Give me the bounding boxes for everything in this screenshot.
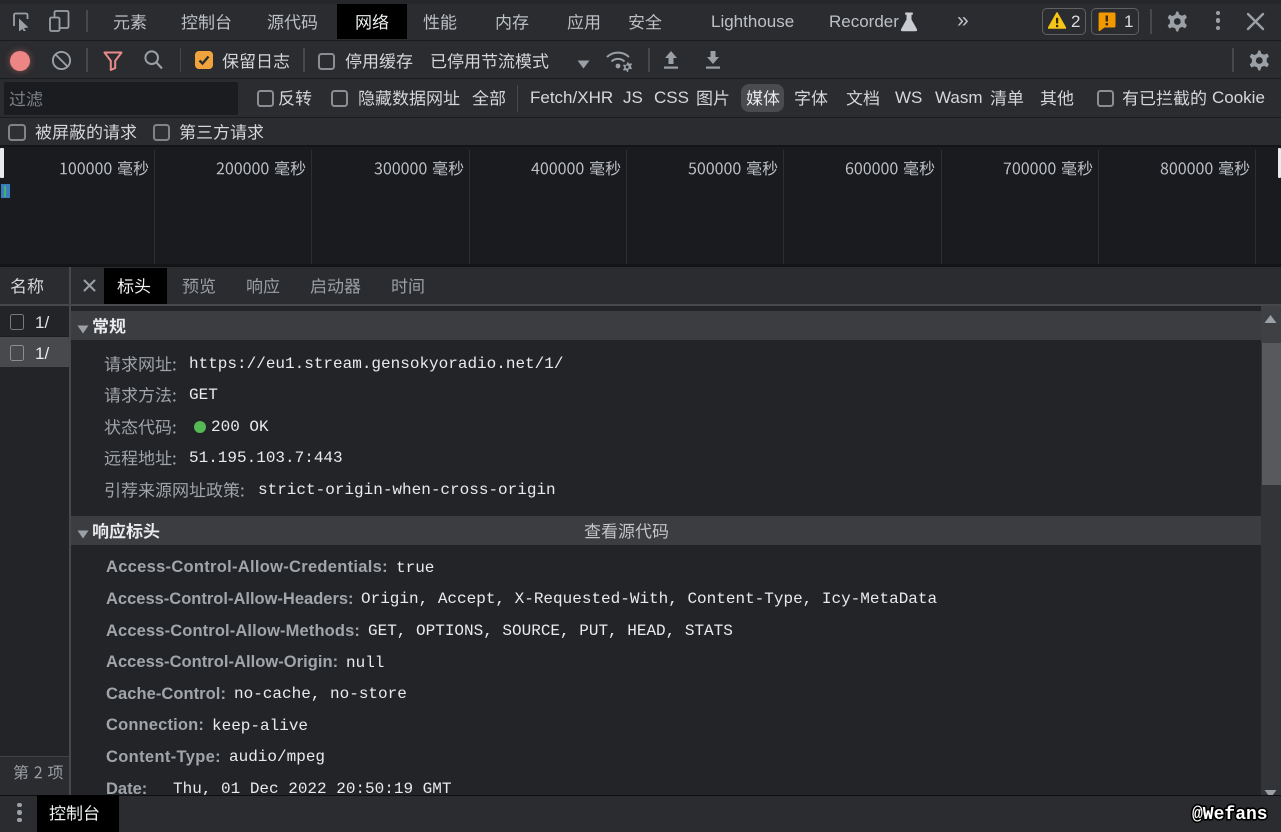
svg-text:@Wefans: @Wefans	[1192, 805, 1268, 825]
